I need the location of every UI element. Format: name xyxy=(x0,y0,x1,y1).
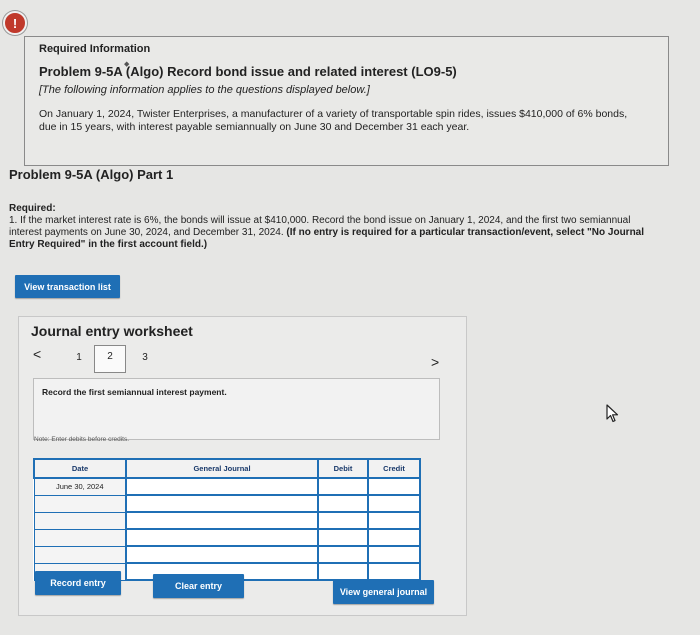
transaction-instruction: Record the first semiannual interest pay… xyxy=(33,378,440,440)
credit-input[interactable] xyxy=(367,528,421,547)
page-2-tab[interactable]: 2 xyxy=(94,345,126,373)
table-row xyxy=(33,545,421,564)
debit-column-header: Debit xyxy=(317,458,369,479)
page-1-tab[interactable]: 1 xyxy=(63,347,95,373)
page-3-tab[interactable]: 3 xyxy=(129,347,161,373)
problem-description: On January 1, 2024, Twister Enterprises,… xyxy=(39,108,628,133)
account-select[interactable] xyxy=(125,545,319,564)
debit-input[interactable] xyxy=(317,494,369,513)
general-journal-column-header: General Journal xyxy=(125,458,319,479)
table-row xyxy=(33,511,421,530)
required-information-box: Required Information Problem 9-5A (Algo)… xyxy=(24,36,669,166)
date-cell xyxy=(33,528,127,547)
worksheet-title: Journal entry worksheet xyxy=(31,323,193,339)
date-column-header: Date xyxy=(33,458,127,479)
date-cell xyxy=(33,545,127,564)
debit-input[interactable] xyxy=(317,562,369,581)
debit-input[interactable] xyxy=(317,511,369,530)
table-row: June 30, 2024 xyxy=(33,477,421,496)
mouse-cursor-icon xyxy=(606,404,619,423)
view-transaction-list-button[interactable]: View transaction list xyxy=(15,275,120,298)
required-information-title: Required Information xyxy=(39,43,151,55)
view-general-journal-button[interactable]: View general journal xyxy=(333,580,434,604)
credit-input[interactable] xyxy=(367,511,421,530)
account-select[interactable] xyxy=(125,477,319,496)
table-row xyxy=(33,494,421,513)
chevron-right-icon[interactable]: > xyxy=(431,354,439,370)
account-select[interactable] xyxy=(125,511,319,530)
credit-input[interactable] xyxy=(367,562,421,581)
debit-input[interactable] xyxy=(317,528,369,547)
record-entry-button[interactable]: Record entry xyxy=(35,571,121,595)
credit-input[interactable] xyxy=(367,545,421,564)
journal-header-row: Date General Journal Debit Credit xyxy=(33,458,421,479)
credit-input[interactable] xyxy=(367,477,421,496)
date-cell xyxy=(33,494,127,513)
debit-input[interactable] xyxy=(317,545,369,564)
problem-title: Problem 9-5A (Algo) Record bond issue an… xyxy=(39,64,457,79)
table-row xyxy=(33,528,421,547)
credit-input[interactable] xyxy=(367,494,421,513)
clear-entry-button[interactable]: Clear entry xyxy=(153,574,244,598)
account-select[interactable] xyxy=(125,528,319,547)
required-instructions: Required: 1. If the market interest rate… xyxy=(9,203,659,251)
journal-table: Date General Journal Debit Credit June 3… xyxy=(33,458,421,581)
diamond-marker-icon: ◆ xyxy=(124,61,130,68)
debits-credits-note: Note: Enter debits before credits. xyxy=(34,436,130,443)
required-label: Required: xyxy=(9,203,56,214)
info-note: [The following information applies to th… xyxy=(39,84,370,96)
date-cell xyxy=(33,511,127,530)
debit-input[interactable] xyxy=(317,477,369,496)
account-select[interactable] xyxy=(125,494,319,513)
part-title: Problem 9-5A (Algo) Part 1 xyxy=(9,167,174,182)
chevron-left-icon[interactable]: < xyxy=(33,346,41,362)
credit-column-header: Credit xyxy=(367,458,421,479)
alert-icon: ! xyxy=(3,11,27,35)
journal-entry-worksheet: Journal entry worksheet < 1 2 3 > Record… xyxy=(18,316,467,616)
date-cell: June 30, 2024 xyxy=(33,477,127,496)
instruction-text: Record the first semiannual interest pay… xyxy=(42,387,227,397)
